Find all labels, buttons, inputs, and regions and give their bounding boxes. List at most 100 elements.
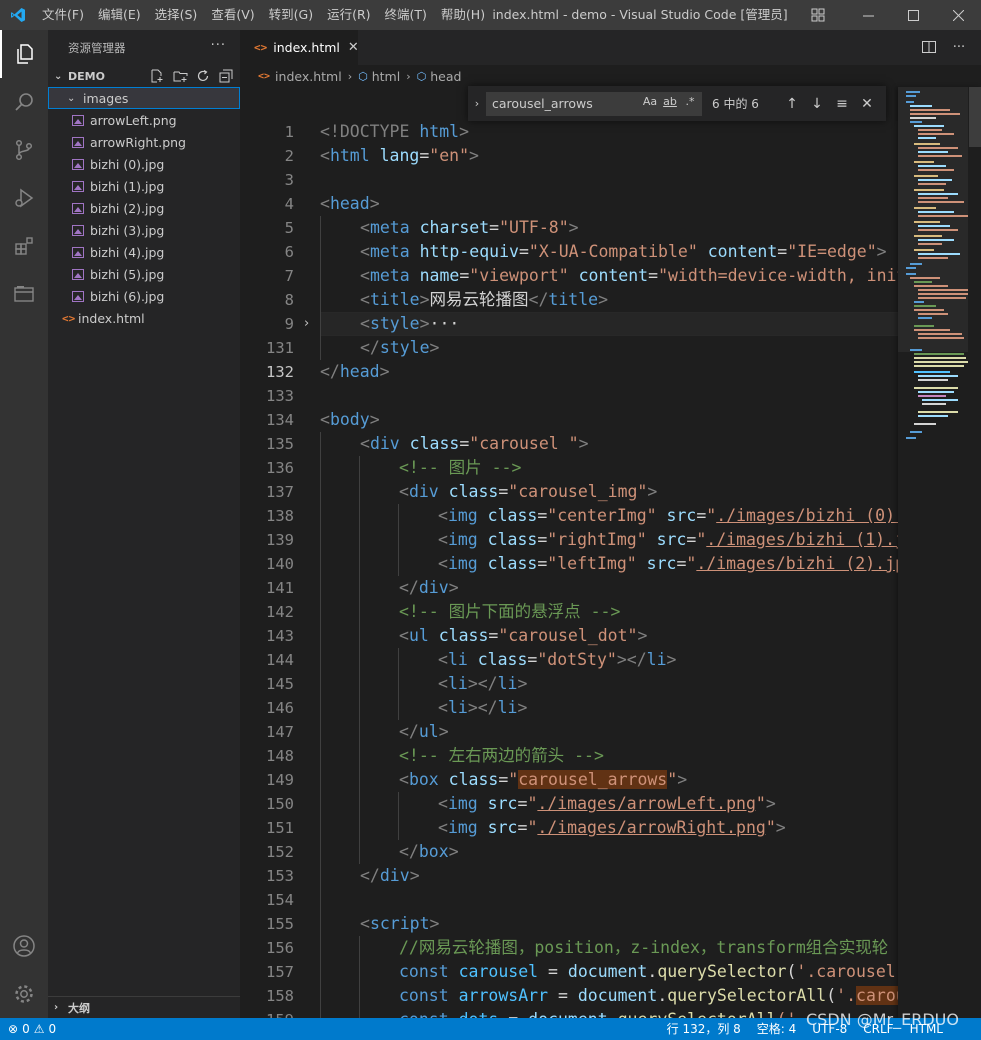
more-actions-icon[interactable]: ···: [211, 38, 226, 53]
problems-indicator[interactable]: ⊗ 0 ⚠ 0: [8, 1018, 56, 1040]
find-input[interactable]: carousel_arrows Aa ab .*: [486, 92, 702, 116]
find-options: Aa ab .*: [642, 95, 698, 108]
tree-file[interactable]: bizhi (2).jpg: [48, 197, 240, 219]
explorer-header: 资源管理器 ···: [48, 30, 240, 65]
code-line: </box>: [399, 840, 459, 864]
code-line: <div class="carousel ">: [360, 432, 589, 456]
find-in-selection-icon[interactable]: ≡: [831, 96, 853, 112]
tree-folder-images[interactable]: ⌄ images: [48, 87, 240, 109]
close-window-button[interactable]: [936, 0, 981, 30]
remote-explorer-icon[interactable]: [0, 270, 48, 318]
tree-file[interactable]: bizhi (5).jpg: [48, 263, 240, 285]
tree-file[interactable]: bizhi (0).jpg: [48, 153, 240, 175]
match-case-icon[interactable]: Aa: [642, 95, 658, 108]
tree-file[interactable]: bizhi (6).jpg: [48, 285, 240, 307]
tab-index-html[interactable]: <> index.html ✕: [240, 30, 358, 65]
tree-file[interactable]: arrowLeft.png: [48, 109, 240, 131]
chevron-right-icon: ›: [348, 70, 352, 83]
match-whole-word-icon[interactable]: ab: [662, 95, 678, 108]
code-line: <head>: [320, 192, 380, 216]
collapse-all-icon[interactable]: [218, 68, 234, 84]
code-editor[interactable]: 1 2 3 4 5 6 7 8 9 › 131 132 133 134 135 …: [240, 87, 981, 1018]
line-number: 5: [240, 216, 294, 240]
maximize-button[interactable]: [891, 0, 936, 30]
line-number: 3: [240, 168, 294, 192]
menu-view[interactable]: 查看(V): [204, 0, 261, 30]
layout-icon[interactable]: [811, 8, 825, 22]
minimap[interactable]: [898, 87, 981, 1018]
image-file-icon: [72, 247, 84, 258]
line-number: 140: [240, 552, 294, 576]
workspace-section[interactable]: ⌄ DEMO: [48, 65, 240, 87]
refresh-icon[interactable]: [195, 68, 211, 84]
settings-gear-icon[interactable]: [0, 970, 48, 1018]
menu-file[interactable]: 文件(F): [35, 0, 91, 30]
tree-file[interactable]: arrowRight.png: [48, 131, 240, 153]
explorer-title: 资源管理器: [68, 40, 126, 56]
warning-icon: ⚠: [34, 1018, 45, 1040]
arrow-down-icon[interactable]: ↓: [806, 96, 828, 112]
line-number: 151: [240, 816, 294, 840]
line-number: 142: [240, 600, 294, 624]
cursor-position[interactable]: 行 132，列 8: [659, 1018, 749, 1040]
use-regex-icon[interactable]: .*: [682, 95, 698, 108]
split-editor-icon[interactable]: [921, 39, 937, 55]
tree-file[interactable]: bizhi (4).jpg: [48, 241, 240, 263]
code-line: const arrowsArr = document.querySelector…: [399, 984, 906, 1008]
line-number: 155: [240, 912, 294, 936]
breadcrumb-file[interactable]: index.html: [275, 69, 342, 84]
run-debug-icon[interactable]: [0, 174, 48, 222]
menu-edit[interactable]: 编辑(E): [91, 0, 148, 30]
indentation[interactable]: 空格: 4: [749, 1018, 805, 1040]
tree-file[interactable]: bizhi (3).jpg: [48, 219, 240, 241]
breadcrumb-head[interactable]: head: [430, 69, 461, 84]
image-file-icon: [72, 137, 84, 148]
tree-file-index-html[interactable]: <>index.html: [48, 307, 240, 329]
code-line: </style>: [360, 336, 439, 360]
more-actions-icon[interactable]: ···: [951, 39, 967, 55]
code-line: <li></li>: [438, 696, 527, 720]
source-control-icon[interactable]: [0, 126, 48, 174]
find-query: carousel_arrows: [492, 96, 593, 111]
new-folder-icon[interactable]: [172, 68, 188, 84]
code-line: <meta name="viewport" content="width=dev…: [360, 264, 906, 288]
vertical-scrollbar-thumb[interactable]: [969, 87, 981, 147]
line-number: 158: [240, 984, 294, 1008]
html-file-icon: <>: [254, 41, 267, 54]
title-bar: 文件(F) 编辑(E) 选择(S) 查看(V) 转到(G) 运行(R) 终端(T…: [0, 0, 981, 30]
menu-terminal[interactable]: 终端(T): [378, 0, 434, 30]
close-tab-icon[interactable]: ✕: [348, 40, 359, 55]
tree-file[interactable]: bizhi (1).jpg: [48, 175, 240, 197]
html-file-icon: <>: [62, 312, 78, 325]
line-number: 150: [240, 792, 294, 816]
file-label: bizhi (5).jpg: [90, 267, 164, 282]
new-file-icon[interactable]: [149, 68, 165, 84]
account-icon[interactable]: [0, 922, 48, 970]
code-line: <img class="rightImg" src="./images/bizh…: [438, 528, 905, 552]
file-label: bizhi (3).jpg: [90, 223, 164, 238]
editor-tabs: <> index.html ✕ ···: [240, 30, 981, 65]
search-icon[interactable]: [0, 78, 48, 126]
code-line: <script>: [360, 912, 439, 936]
extensions-icon[interactable]: [0, 222, 48, 270]
code-line: //网易云轮播图，position，z-index，transform组合实现轮: [399, 936, 888, 960]
line-number: 2: [240, 144, 294, 168]
line-number: 144: [240, 648, 294, 672]
close-icon[interactable]: ✕: [856, 96, 878, 112]
explorer-icon[interactable]: [0, 30, 48, 78]
file-label: bizhi (6).jpg: [90, 289, 164, 304]
menu-run[interactable]: 运行(R): [320, 0, 377, 30]
arrow-up-icon[interactable]: ↑: [781, 96, 803, 112]
file-label: arrowLeft.png: [90, 113, 177, 128]
search-match-highlight: carousel_arrows: [518, 770, 667, 789]
menu-selection[interactable]: 选择(S): [148, 0, 205, 30]
breadcrumb-html[interactable]: html: [372, 69, 400, 84]
image-file-icon: [72, 291, 84, 302]
menu-go[interactable]: 转到(G): [262, 0, 320, 30]
line-number: 138: [240, 504, 294, 528]
fold-chevron-icon[interactable]: ›: [304, 312, 309, 336]
outline-section[interactable]: › 大纲: [48, 996, 240, 1018]
outline-label: 大纲: [68, 1000, 90, 1016]
chevron-right-icon[interactable]: ›: [468, 97, 486, 110]
minimize-button[interactable]: [846, 0, 891, 30]
